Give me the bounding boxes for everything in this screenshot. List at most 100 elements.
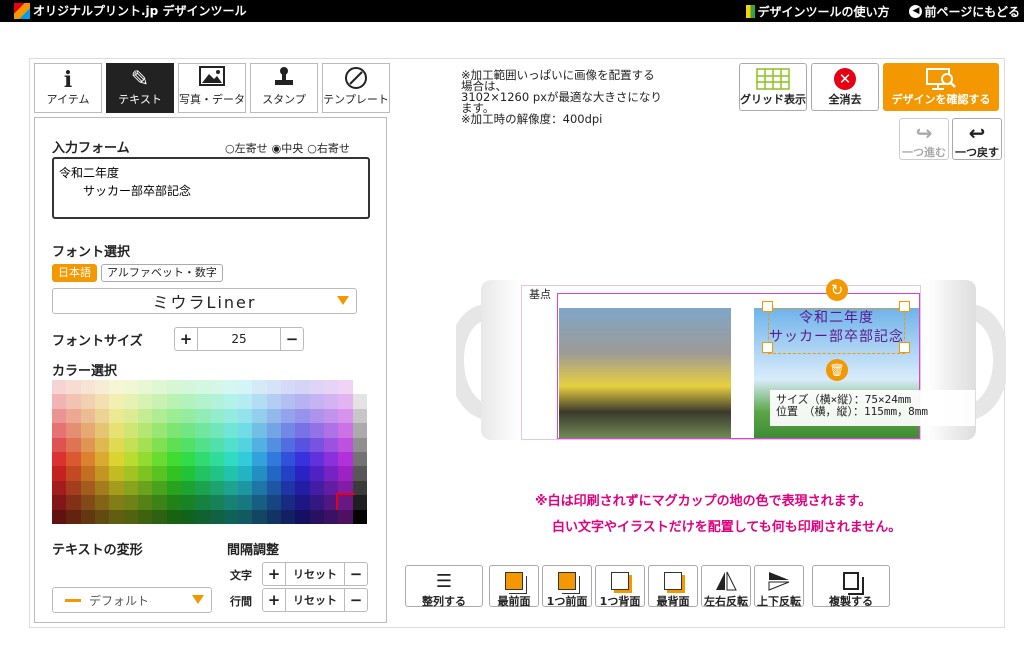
- color-swatch[interactable]: [109, 495, 124, 510]
- color-swatch[interactable]: [80, 423, 95, 438]
- color-swatch[interactable]: [52, 394, 67, 409]
- color-swatch[interactable]: [123, 380, 138, 395]
- color-swatch[interactable]: [352, 408, 367, 424]
- color-swatch[interactable]: [137, 408, 153, 424]
- color-swatch[interactable]: [338, 466, 353, 481]
- color-swatch[interactable]: [324, 437, 339, 452]
- color-swatch[interactable]: [324, 423, 339, 438]
- color-swatch[interactable]: [195, 466, 210, 481]
- font-tab-alphanumeric[interactable]: アルファベット・数字: [101, 264, 223, 282]
- grid-button[interactable]: グリッド表示: [739, 63, 807, 111]
- color-swatch[interactable]: [152, 495, 167, 510]
- color-swatch[interactable]: [137, 480, 153, 496]
- color-swatch[interactable]: [109, 394, 124, 409]
- tab-stamp[interactable]: スタンプ: [250, 63, 318, 113]
- color-swatch[interactable]: [109, 423, 124, 438]
- align-center-radio[interactable]: ◉中央: [272, 140, 304, 156]
- color-swatch[interactable]: [195, 437, 210, 452]
- color-swatch[interactable]: [123, 509, 138, 524]
- font-dropdown[interactable]: ミウラLiner: [52, 288, 357, 314]
- color-swatch[interactable]: [94, 509, 110, 524]
- color-swatch[interactable]: [66, 451, 81, 467]
- duplicate-button[interactable]: 複製する: [812, 565, 890, 607]
- color-swatch[interactable]: [180, 394, 196, 409]
- color-swatch[interactable]: [281, 451, 296, 467]
- color-swatch[interactable]: [123, 495, 138, 510]
- color-swatch[interactable]: [352, 480, 367, 496]
- color-swatch[interactable]: [94, 437, 110, 452]
- color-swatch[interactable]: [336, 493, 355, 512]
- color-swatch[interactable]: [66, 423, 81, 438]
- color-swatch[interactable]: [238, 408, 253, 424]
- color-swatch[interactable]: [94, 495, 110, 510]
- color-swatch[interactable]: [281, 380, 296, 395]
- color-swatch[interactable]: [266, 509, 282, 524]
- color-swatch[interactable]: [109, 408, 124, 424]
- color-swatch[interactable]: [66, 437, 81, 452]
- color-swatch[interactable]: [123, 466, 138, 481]
- color-swatch[interactable]: [152, 451, 167, 467]
- team-photo-image[interactable]: [559, 308, 731, 438]
- color-swatch[interactable]: [152, 480, 167, 496]
- bring-to-front-button[interactable]: 最前面: [489, 565, 539, 607]
- color-swatch[interactable]: [180, 408, 196, 424]
- site-logo[interactable]: オリジナルプリント.jp デザインツール: [14, 2, 246, 19]
- color-swatch[interactable]: [266, 466, 282, 481]
- color-swatch[interactable]: [252, 380, 267, 395]
- color-swatch[interactable]: [324, 394, 339, 409]
- color-swatch[interactable]: [66, 408, 81, 424]
- color-swatch[interactable]: [166, 423, 181, 438]
- color-swatch[interactable]: [80, 495, 95, 510]
- color-swatch[interactable]: [238, 495, 253, 510]
- color-swatch[interactable]: [195, 408, 210, 424]
- line-spacing-stepper[interactable]: + リセット −: [262, 588, 368, 612]
- align-left-radio[interactable]: ○左寄せ: [225, 140, 268, 156]
- color-swatch[interactable]: [152, 380, 167, 395]
- color-swatch[interactable]: [252, 394, 267, 409]
- color-swatch[interactable]: [109, 466, 124, 481]
- flip-vertical-button[interactable]: 上下反転: [754, 565, 804, 607]
- color-swatch[interactable]: [252, 480, 267, 496]
- color-swatch[interactable]: [94, 480, 110, 496]
- color-swatch[interactable]: [266, 423, 282, 438]
- color-swatch[interactable]: [309, 495, 325, 510]
- color-swatch[interactable]: [166, 380, 181, 395]
- color-swatch[interactable]: [309, 380, 325, 395]
- color-swatch[interactable]: [109, 380, 124, 395]
- resize-handle[interactable]: [899, 342, 910, 353]
- color-swatch[interactable]: [338, 408, 353, 424]
- color-swatch[interactable]: [252, 495, 267, 510]
- color-swatch[interactable]: [52, 509, 67, 524]
- color-swatch[interactable]: [295, 423, 310, 438]
- color-swatch[interactable]: [123, 394, 138, 409]
- char-spacing-reset-button[interactable]: リセット: [285, 563, 345, 585]
- bring-forward-button[interactable]: 1つ前面: [542, 565, 592, 607]
- color-swatch[interactable]: [180, 466, 196, 481]
- color-swatch[interactable]: [66, 466, 81, 481]
- color-swatch[interactable]: [223, 451, 239, 467]
- color-swatch[interactable]: [209, 509, 224, 524]
- color-swatch[interactable]: [324, 408, 339, 424]
- color-swatch[interactable]: [238, 451, 253, 467]
- color-swatch[interactable]: [52, 408, 67, 424]
- color-swatch[interactable]: [80, 408, 95, 424]
- send-backward-button[interactable]: 1つ背面: [595, 565, 645, 607]
- color-swatch[interactable]: [80, 394, 95, 409]
- color-swatch[interactable]: [209, 394, 224, 409]
- color-swatch[interactable]: [352, 509, 367, 524]
- color-swatch[interactable]: [166, 480, 181, 496]
- text-input[interactable]: [52, 157, 370, 219]
- color-swatch[interactable]: [209, 451, 224, 467]
- color-swatch[interactable]: [338, 380, 353, 395]
- color-swatch[interactable]: [238, 480, 253, 496]
- align-button[interactable]: ☰ 整列する: [405, 565, 483, 607]
- color-swatch[interactable]: [109, 437, 124, 452]
- back-link[interactable]: ◀ 前ページにもどる: [909, 3, 1020, 20]
- color-swatch[interactable]: [295, 437, 310, 452]
- color-swatch[interactable]: [223, 423, 239, 438]
- trash-icon[interactable]: 🗑: [826, 359, 848, 381]
- color-swatch[interactable]: [166, 437, 181, 452]
- color-swatch[interactable]: [152, 423, 167, 438]
- color-swatch[interactable]: [252, 466, 267, 481]
- color-swatch[interactable]: [223, 466, 239, 481]
